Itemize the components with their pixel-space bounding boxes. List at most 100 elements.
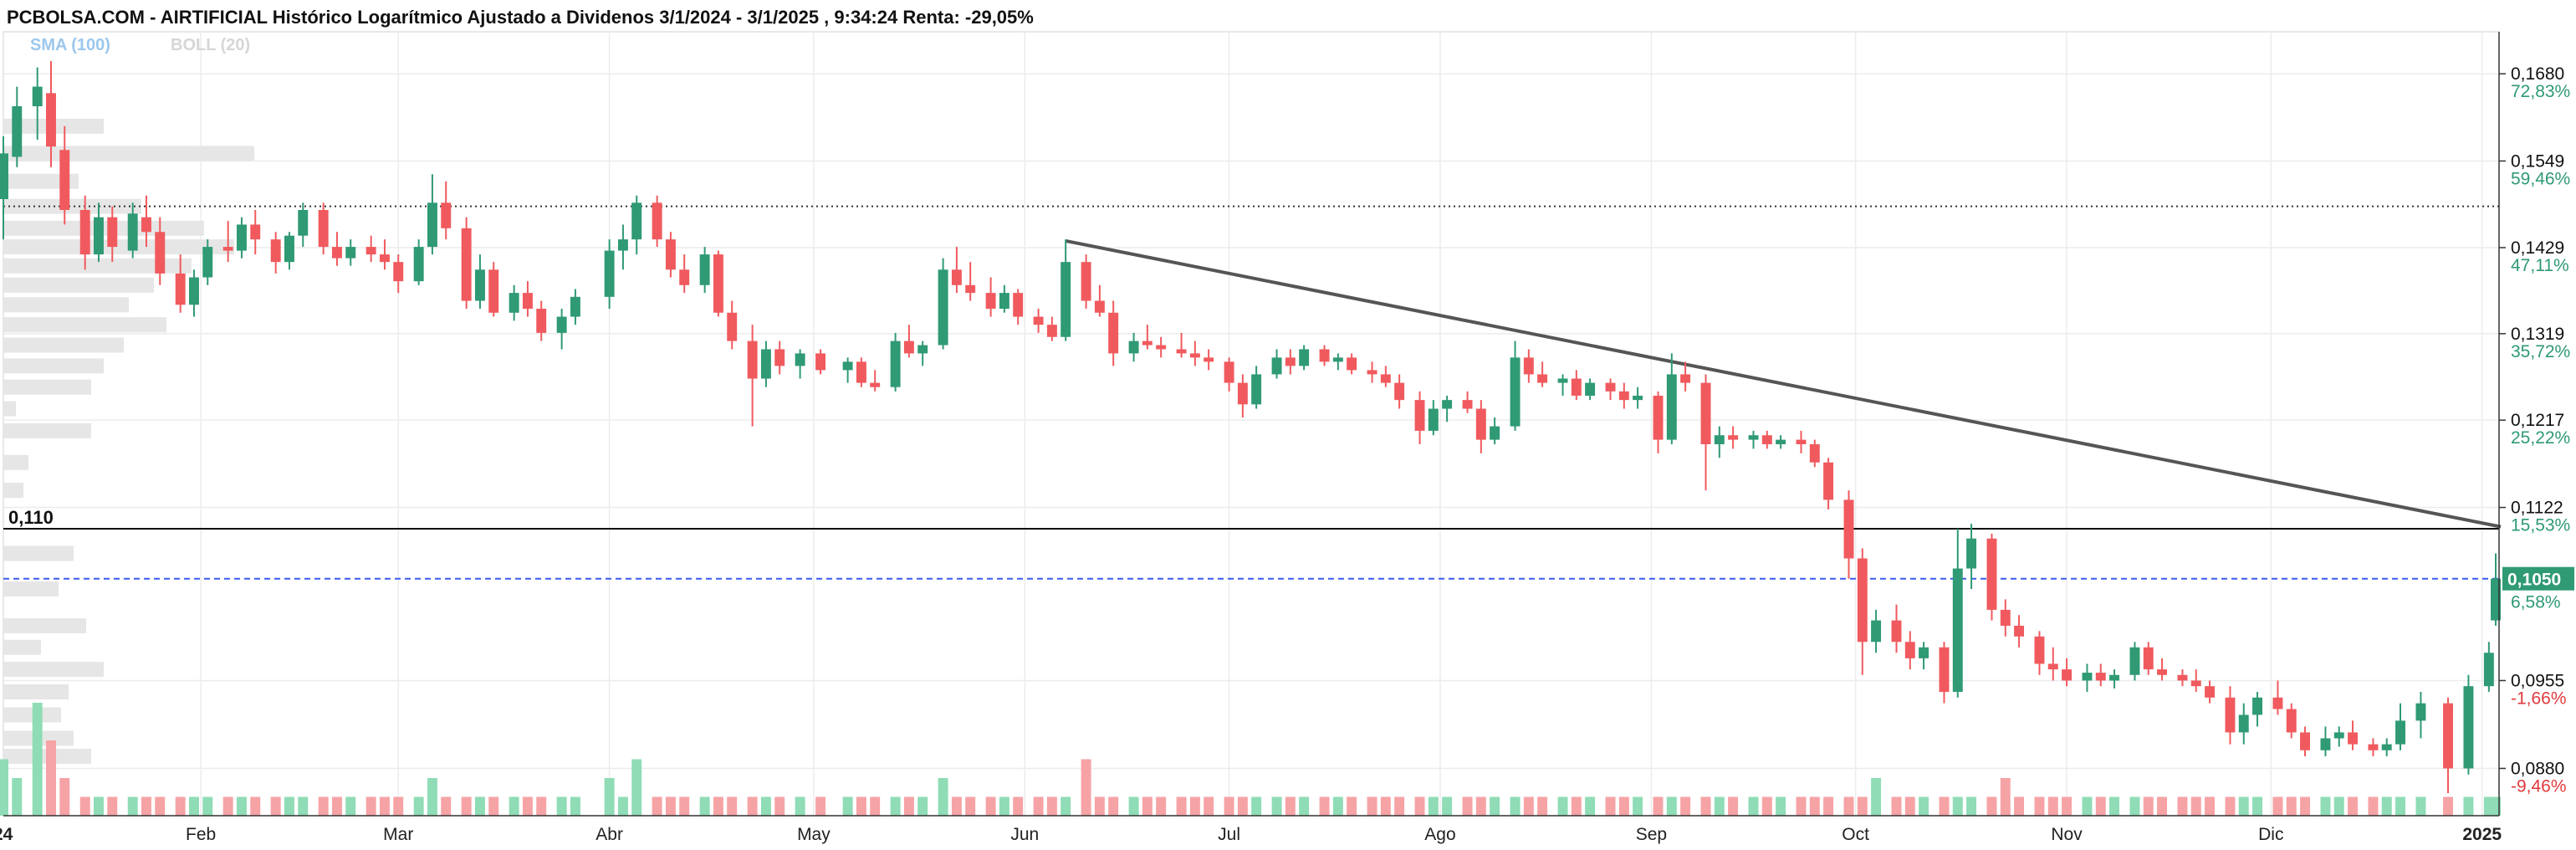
candle-body: [999, 293, 1009, 310]
volume-bar: [1952, 796, 1963, 816]
volume-bar: [222, 796, 233, 816]
candle-body: [938, 269, 948, 346]
volume-bar: [250, 796, 261, 816]
candle-body: [2415, 703, 2426, 721]
x-tick-label-partial: 24: [0, 825, 13, 844]
volume-bar: [727, 796, 738, 816]
volume-bar: [488, 796, 499, 816]
volume-bar: [1367, 796, 1377, 816]
volume-bar: [1618, 796, 1629, 816]
volume-bar: [1271, 796, 1282, 816]
volume-bar: [1776, 796, 1786, 816]
y-tick-pct: -1,66%: [2511, 689, 2567, 708]
candle-body: [1618, 391, 1629, 401]
candle-body: [1666, 374, 1677, 440]
profile-bar: [3, 581, 59, 597]
profile-bar: [3, 617, 86, 633]
candle-body: [2062, 669, 2073, 681]
candle-body: [1891, 620, 1902, 643]
volume-bar: [856, 796, 866, 816]
volume-bar: [1523, 796, 1534, 816]
volume-bar: [461, 796, 472, 816]
candle-body: [2333, 732, 2344, 739]
volume-bar: [1653, 796, 1664, 816]
y-tick-price: 0,1429: [2511, 238, 2564, 258]
volume-bar: [2082, 796, 2093, 816]
volume-bar: [2300, 796, 2310, 816]
candle-body: [2381, 744, 2392, 750]
candle-body: [2190, 680, 2201, 687]
y-tick-price: 0,1680: [2511, 64, 2564, 84]
candle-body: [298, 209, 309, 236]
candle-body: [1347, 357, 1357, 371]
candle-body: [1414, 400, 1425, 431]
y-tick-price: 0,1217: [2511, 411, 2564, 430]
candle-body: [79, 209, 90, 255]
volume-bar: [1571, 796, 1582, 816]
candle-body: [679, 269, 690, 285]
candle-body: [107, 217, 118, 248]
volume-bar: [1605, 796, 1616, 816]
volume-bar: [2320, 796, 2331, 816]
candle-body: [474, 269, 485, 301]
profile-bar: [3, 297, 129, 313]
candle-body: [699, 254, 710, 285]
candle-body: [1128, 341, 1139, 354]
volume-bar: [1285, 796, 1296, 816]
candle-body: [127, 213, 138, 251]
volume-bar: [1666, 796, 1677, 816]
candle-body: [1843, 499, 1854, 559]
candle-body: [461, 228, 472, 301]
volume-bar: [570, 796, 580, 816]
y-tick-pct: 47,11%: [2511, 256, 2569, 275]
profile-bar: [3, 317, 166, 333]
candle-body: [1224, 361, 1234, 383]
profile-bar: [3, 146, 254, 161]
volume-bar: [774, 796, 785, 816]
candle-body: [1094, 300, 1105, 313]
volume-bar: [2333, 796, 2344, 816]
volume-bar: [2062, 796, 2073, 816]
volume-bar: [1557, 796, 1568, 816]
volume-bar: [1332, 796, 1343, 816]
volume-bar: [2109, 796, 2120, 816]
volume-bar: [604, 778, 615, 816]
candle-body: [250, 224, 261, 240]
volume-bar: [427, 778, 437, 816]
volume-bar: [107, 796, 118, 816]
chart: 0,110 0,168072,83% 0,154959,46% 0,142947,1…: [0, 0, 2576, 850]
y-tick-pct: 72,83%: [2511, 82, 2570, 101]
profile-bar: [3, 454, 28, 470]
volume-bar: [2348, 796, 2358, 816]
volume-bar: [127, 796, 138, 816]
candle-body: [1939, 647, 1950, 692]
volume-bar: [815, 796, 826, 816]
legend-sma[interactable]: SMA (100): [30, 36, 110, 54]
candle-body: [1700, 382, 1711, 444]
candle-body: [2047, 663, 2058, 670]
x-tick-label: Sep: [1636, 825, 1667, 844]
volume-bar: [938, 778, 948, 816]
candle-body: [617, 239, 628, 251]
volume-bar: [2143, 796, 2154, 816]
legend-boll[interactable]: BOLL (20): [171, 36, 250, 54]
candle-body: [2395, 720, 2405, 745]
volume-bar: [795, 796, 805, 816]
volume-bar: [1046, 796, 1057, 816]
candle-body: [1776, 439, 1786, 444]
volume-bar: [1061, 796, 1071, 816]
profile-bar: [3, 220, 204, 236]
volume-bar: [842, 796, 853, 816]
x-tick-label: Oct: [1842, 825, 1869, 844]
volume-bar: [1204, 796, 1214, 816]
candle-body: [1537, 374, 1548, 383]
volume-bar: [345, 796, 356, 816]
volume-bar: [713, 796, 723, 816]
volume-bar: [2252, 796, 2262, 816]
candle-body: [331, 247, 342, 259]
candle-body: [2272, 697, 2283, 709]
x-tick-label: Nov: [2051, 825, 2083, 844]
volume-bar: [2415, 796, 2426, 816]
y-tick-price: 0,1549: [2511, 151, 2564, 171]
candle-body: [1585, 382, 1596, 396]
